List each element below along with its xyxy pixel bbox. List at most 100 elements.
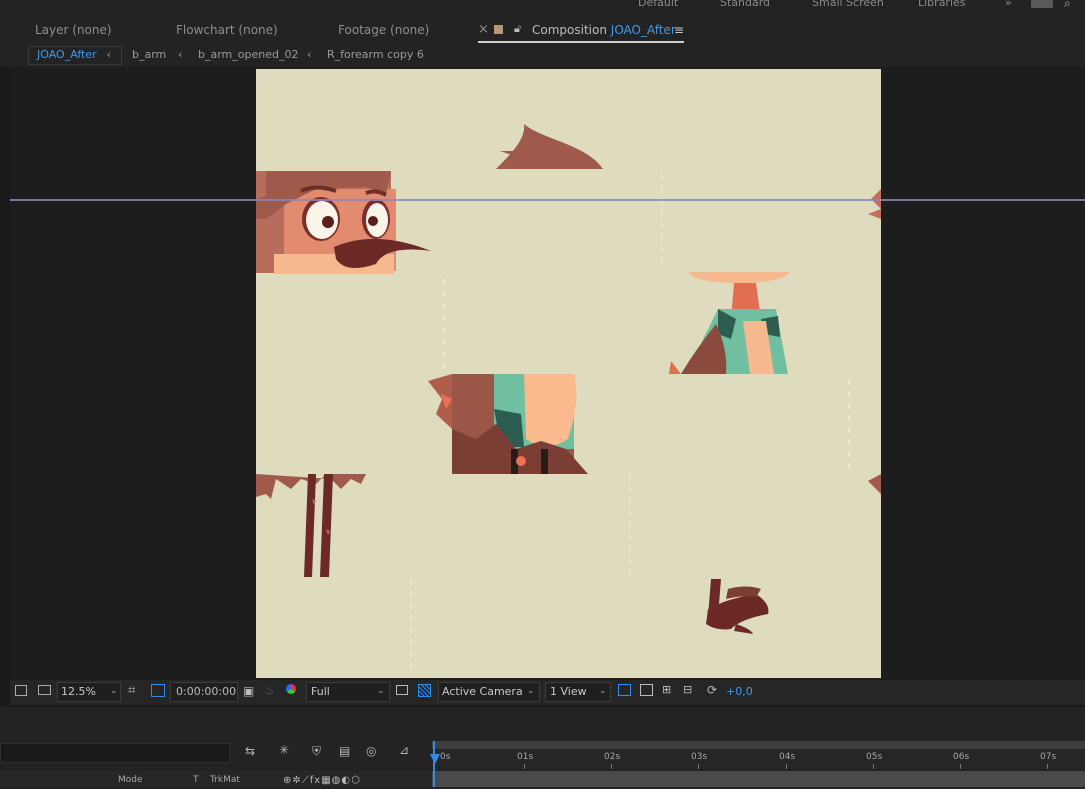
shy-layers-icon[interactable]: ⛨ [312, 744, 321, 759]
head-partial-shape [868, 189, 881, 219]
legs-shape [304, 474, 333, 577]
tab-composition-name: JOAO_After [610, 23, 676, 37]
lock-icon[interactable]: 🔓︎ [514, 22, 521, 36]
playhead-handle-icon[interactable] [430, 754, 440, 764]
chevron-down-icon: ⌄ [377, 686, 385, 696]
ruler-tick [1047, 764, 1048, 769]
view-layout-value: 1 View [550, 685, 587, 698]
workspace-small-screen[interactable]: Small Screen [812, 0, 884, 9]
layer-switches-icons[interactable]: ⊕✲⟋fx▦◍◐⬡ [283, 775, 361, 786]
workspace-overflow-icon[interactable]: » [1005, 0, 1012, 9]
resolution-value: Full [311, 685, 330, 698]
ruler-label: 01s [517, 752, 534, 762]
breadcrumb-chevron-icon: ‹ [106, 48, 112, 61]
upper-arm-shape [669, 272, 790, 374]
workspace-default[interactable]: Default [638, 0, 678, 9]
ruler-tick [524, 764, 525, 769]
ruler-label: 06s [953, 752, 970, 762]
tab-layer[interactable]: Layer (none) [35, 23, 112, 37]
column-mode[interactable]: Mode [118, 775, 143, 785]
breadcrumb-item-r-forearm[interactable]: R_forearm copy 6 [327, 48, 424, 61]
draft-3d-icon[interactable]: ✳ [279, 743, 289, 757]
left-panel-edge [0, 67, 10, 707]
horizontal-guide-line[interactable] [10, 199, 1085, 201]
panel-menu-icon[interactable]: ≡ [674, 23, 684, 37]
workspace-libraries[interactable]: Libraries [918, 0, 966, 9]
motion-blur-icon[interactable]: ◎ [366, 744, 376, 758]
tab-composition-prefix: Composition [532, 23, 607, 37]
fast-previews-icon[interactable] [640, 684, 653, 696]
work-area-bar[interactable] [432, 741, 1085, 749]
search-help-icon[interactable]: ⌕ [1064, 0, 1071, 11]
breadcrumb-label: JOAO_After [37, 48, 97, 61]
snapshot-camera-icon[interactable]: ▣ [243, 684, 254, 698]
ruler-label: 03s [691, 752, 708, 762]
exposure-value[interactable]: +0,0 [726, 685, 753, 698]
hair-tuft-shape [496, 124, 603, 169]
zoom-dropdown[interactable]: 12.5% ⌄ [57, 682, 121, 702]
view-layout-dropdown[interactable]: 1 View ⌄ [545, 682, 611, 702]
tab-flowchart[interactable]: Flowchart (none) [176, 23, 278, 37]
graph-editor-icon[interactable]: ⊿ [399, 743, 409, 757]
show-snapshot-icon[interactable]: ♨ [264, 683, 275, 697]
monitor-icon[interactable] [38, 685, 51, 695]
head-shape [256, 171, 431, 274]
ruler-label: 02s [604, 752, 621, 762]
layer-track-area[interactable] [432, 771, 1085, 787]
chevron-down-icon: ⌄ [110, 686, 118, 696]
chevron-down-icon: ⌄ [527, 686, 535, 696]
camera-value: Active Camera [442, 685, 523, 698]
ruler-label: 04s [779, 752, 796, 762]
ruler-tick [698, 764, 699, 769]
viewer-toolbar: 12.5% ⌄ ⌗ 0:00:00:00 ▣ ♨ Full ⌄ Active C… [10, 679, 1085, 704]
breadcrumb-chevron-icon: ‹ [307, 48, 312, 61]
region-of-interest-icon[interactable] [396, 685, 408, 695]
layer-search-input[interactable] [0, 743, 230, 763]
resolution-dropdown[interactable]: Full ⌄ [306, 682, 390, 702]
timecode-field[interactable]: 0:00:00:00 [170, 682, 238, 702]
torso-shape [428, 374, 588, 474]
active-tab-indicator [478, 41, 684, 43]
chevron-down-icon: ⌄ [599, 686, 607, 696]
breadcrumb-item-b-arm[interactable]: b_arm [132, 48, 166, 61]
transparency-grid-icon[interactable] [418, 684, 431, 697]
ruler-tick [873, 764, 874, 769]
column-t[interactable]: T [193, 775, 199, 785]
breadcrumb-item-b-arm-opened[interactable]: b_arm_opened_02 [198, 48, 298, 61]
frame-blending-icon[interactable]: ▤ [339, 744, 350, 758]
color-channels-icon[interactable] [286, 684, 296, 694]
current-time-indicator[interactable] [433, 741, 435, 787]
library-icon[interactable] [1031, 0, 1053, 8]
close-tab-icon[interactable]: × [478, 22, 489, 37]
camera-dropdown[interactable]: Active Camera ⌄ [438, 682, 540, 702]
reset-exposure-icon[interactable]: ⟳ [707, 683, 717, 697]
timecode-value: 0:00:00:00 [176, 685, 237, 698]
composition-mini-flowchart-icon[interactable]: ⇆ [245, 744, 255, 758]
ruler-label: 05s [866, 752, 883, 762]
tab-footage[interactable]: Footage (none) [338, 23, 429, 37]
workspace-standard[interactable]: Standard [720, 0, 770, 9]
grid-guides-icon[interactable]: ⌗ [128, 683, 135, 698]
composition-canvas[interactable] [256, 69, 881, 678]
ruler-label: 07s [1040, 752, 1057, 762]
tab-composition[interactable]: Composition JOAO_After [532, 23, 676, 37]
mask-visibility-icon[interactable] [151, 684, 165, 697]
timeline-icon[interactable]: ⊞ [662, 683, 671, 696]
toggle-pixel-aspect-icon[interactable] [618, 684, 631, 696]
panel-tab-bar: Layer (none) Flowchart (none) Footage (n… [0, 14, 1085, 44]
partial-shape-right [868, 474, 881, 494]
workspace-bar: Default Standard Small Screen Libraries … [0, 0, 1085, 12]
column-trkmat[interactable]: TrkMat [210, 775, 240, 785]
ruler-tick [960, 764, 961, 769]
hand-shape [706, 579, 769, 634]
composition-color-swatch [494, 25, 503, 34]
breadcrumb-chevron-icon: ‹ [178, 48, 183, 61]
ruler-tick [611, 764, 612, 769]
breadcrumb-item-joao-after[interactable]: JOAO_After ‹ [28, 46, 123, 65]
ruler-label: 0s [440, 752, 451, 762]
always-preview-icon[interactable] [15, 685, 27, 696]
character-parts-artwork [256, 124, 881, 674]
flowchart-icon[interactable]: ⊟ [683, 683, 692, 696]
zoom-value: 12.5% [61, 685, 96, 698]
ruler-tick [786, 764, 787, 769]
